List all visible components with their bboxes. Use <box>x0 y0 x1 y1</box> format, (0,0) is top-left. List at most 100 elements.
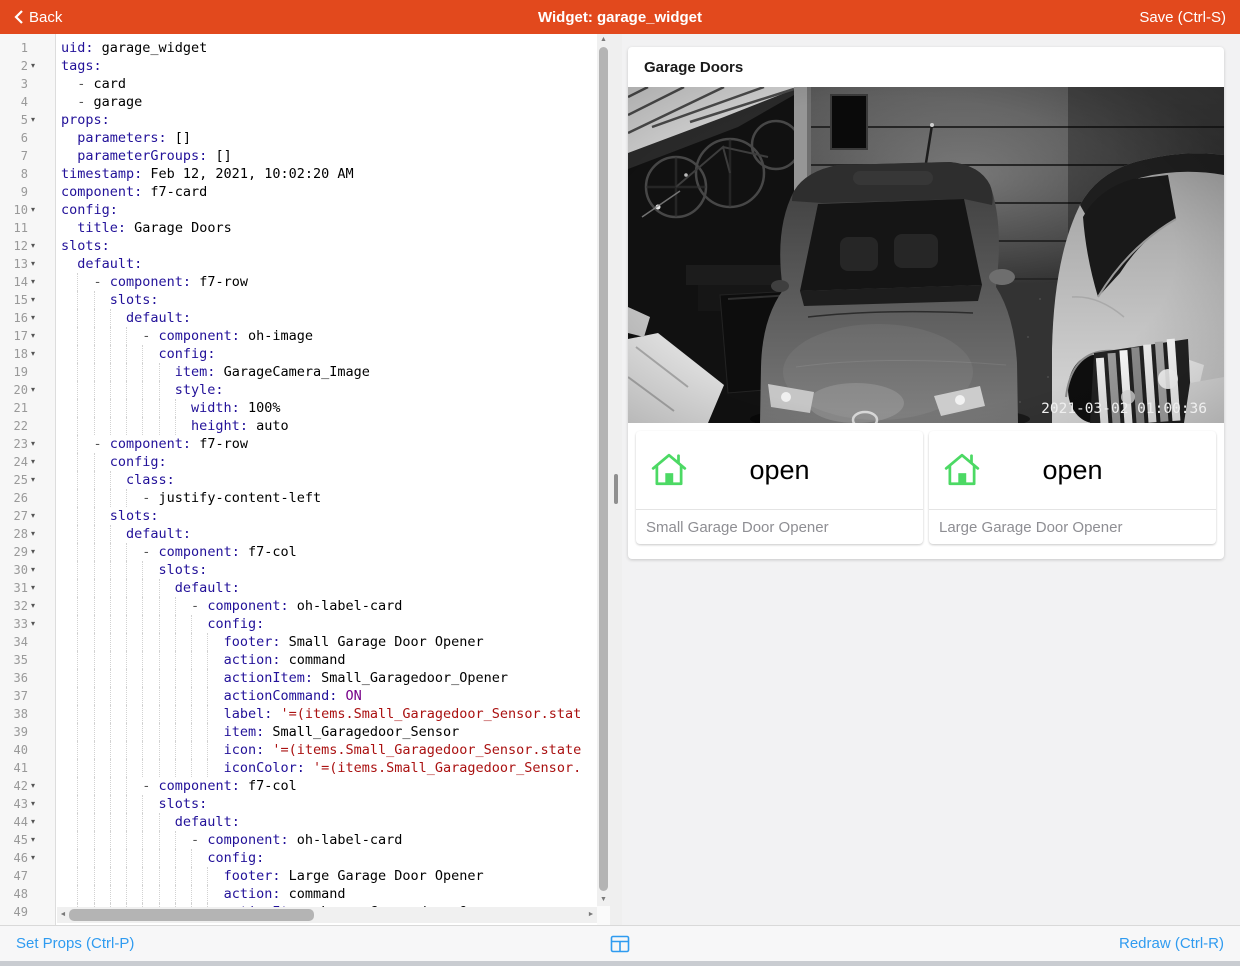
editor-code[interactable]: uid: garage_widgettags: - card - garagep… <box>57 34 597 925</box>
fold-arrow-icon[interactable]: ▾ <box>28 615 46 633</box>
fold-arrow-icon[interactable]: ▾ <box>28 111 46 129</box>
fold-arrow-icon[interactable]: ▾ <box>28 309 46 327</box>
code-line[interactable]: action: command <box>57 885 597 903</box>
save-button[interactable]: Save (Ctrl-S) <box>1139 9 1226 26</box>
code-line[interactable]: parameters: [] <box>57 129 597 147</box>
code-line[interactable]: class: <box>57 471 597 489</box>
code-line[interactable]: - component: f7-col <box>57 543 597 561</box>
code-line[interactable]: uid: garage_widget <box>57 39 597 57</box>
fold-arrow-icon[interactable]: ▾ <box>28 435 46 453</box>
code-line[interactable]: default: <box>57 579 597 597</box>
fold-arrow-icon[interactable]: ▾ <box>28 471 46 489</box>
vertical-scrollbar[interactable]: ▲ ▼ <box>597 34 610 906</box>
divider-handle[interactable] <box>614 474 618 504</box>
code-line[interactable]: - justify-content-left <box>57 489 597 507</box>
code-line[interactable]: - component: f7-row <box>57 273 597 291</box>
code-line[interactable]: default: <box>57 309 597 327</box>
fold-arrow-icon[interactable]: ▾ <box>28 597 46 615</box>
code-line[interactable]: config: <box>57 345 597 363</box>
split-view-icon[interactable] <box>610 935 630 953</box>
small-garage-door-card[interactable]: open Small Garage Door Opener <box>636 431 923 544</box>
code-line[interactable]: config: <box>57 453 597 471</box>
back-button[interactable]: Back <box>14 9 62 26</box>
editor-gutter[interactable]: 12▾345▾678910▾1112▾13▾14▾15▾16▾17▾18▾192… <box>0 34 56 925</box>
vertical-scrollbar-thumb[interactable] <box>599 47 608 891</box>
code-line[interactable]: default: <box>57 813 597 831</box>
code-line[interactable]: config: <box>57 849 597 867</box>
horizontal-scrollbar-thumb[interactable] <box>69 909 314 921</box>
code-line[interactable]: footer: Small Garage Door Opener <box>57 633 597 651</box>
code-line[interactable]: component: f7-card <box>57 183 597 201</box>
code-line[interactable]: - garage <box>57 93 597 111</box>
large-garage-door-card[interactable]: open Large Garage Door Opener <box>929 431 1216 544</box>
code-line[interactable]: item: GarageCamera_Image <box>57 363 597 381</box>
gutter-line: 19 <box>0 363 55 381</box>
code-line[interactable]: label: '=(items.Small_Garagedoor_Sensor.… <box>57 705 597 723</box>
scroll-up-arrow-icon[interactable]: ▲ <box>597 34 610 46</box>
fold-arrow-icon[interactable]: ▾ <box>28 327 46 345</box>
line-number: 18 <box>0 345 28 363</box>
set-props-button[interactable]: Set Props (Ctrl-P) <box>16 935 134 952</box>
fold-arrow-icon[interactable]: ▾ <box>28 381 46 399</box>
code-line[interactable]: slots: <box>57 795 597 813</box>
fold-arrow-icon[interactable]: ▾ <box>28 273 46 291</box>
scroll-left-arrow-icon[interactable]: ◄ <box>57 907 69 923</box>
code-line[interactable]: footer: Large Garage Door Opener <box>57 867 597 885</box>
fold-arrow-icon[interactable]: ▾ <box>28 237 46 255</box>
code-line[interactable]: default: <box>57 525 597 543</box>
code-line[interactable]: tags: <box>57 57 597 75</box>
fold-arrow-icon[interactable]: ▾ <box>28 345 46 363</box>
fold-arrow-icon[interactable]: ▾ <box>28 579 46 597</box>
code-line[interactable]: - component: oh-image <box>57 327 597 345</box>
fold-arrow-icon[interactable]: ▾ <box>28 849 46 867</box>
code-line[interactable]: title: Garage Doors <box>57 219 597 237</box>
code-line[interactable]: parameterGroups: [] <box>57 147 597 165</box>
code-line[interactable]: item: Small_Garagedoor_Sensor <box>57 723 597 741</box>
code-line[interactable]: - card <box>57 75 597 93</box>
line-number: 15 <box>0 291 28 309</box>
code-line[interactable]: - component: oh-label-card <box>57 831 597 849</box>
code-line[interactable]: - component: oh-label-card <box>57 597 597 615</box>
opener-row: open Small Garage Door Opener <box>628 423 1224 559</box>
horizontal-scrollbar[interactable]: ◄ ► <box>57 907 597 923</box>
code-line[interactable]: timestamp: Feb 12, 2021, 10:02:20 AM <box>57 165 597 183</box>
fold-arrow-icon[interactable]: ▾ <box>28 525 46 543</box>
code-line[interactable]: config: <box>57 201 597 219</box>
code-line[interactable]: width: 100% <box>57 399 597 417</box>
fold-arrow-icon[interactable]: ▾ <box>28 507 46 525</box>
scroll-right-arrow-icon[interactable]: ► <box>585 907 597 923</box>
code-line[interactable]: slots: <box>57 507 597 525</box>
code-line[interactable]: icon: '=(items.Small_Garagedoor_Sensor.s… <box>57 741 597 759</box>
code-line[interactable]: slots: <box>57 561 597 579</box>
code-line[interactable]: config: <box>57 615 597 633</box>
code-line[interactable]: props: <box>57 111 597 129</box>
line-number: 49 <box>0 903 28 921</box>
fold-arrow-icon[interactable]: ▾ <box>28 543 46 561</box>
code-line[interactable]: default: <box>57 255 597 273</box>
fold-arrow-icon[interactable]: ▾ <box>28 255 46 273</box>
fold-arrow-icon[interactable]: ▾ <box>28 777 46 795</box>
code-line[interactable]: iconColor: '=(items.Small_Garagedoor_Sen… <box>57 759 597 777</box>
code-line[interactable]: style: <box>57 381 597 399</box>
fold-arrow-icon[interactable]: ▾ <box>28 831 46 849</box>
scroll-down-arrow-icon[interactable]: ▼ <box>597 894 610 906</box>
gutter-line: 20▾ <box>0 381 55 399</box>
code-line[interactable]: action: command <box>57 651 597 669</box>
code-line[interactable]: actionItem: Small_Garagedoor_Opener <box>57 669 597 687</box>
fold-arrow-icon[interactable]: ▾ <box>28 291 46 309</box>
code-line[interactable]: - component: f7-row <box>57 435 597 453</box>
line-number: 27 <box>0 507 28 525</box>
redraw-button[interactable]: Redraw (Ctrl-R) <box>1119 935 1224 952</box>
fold-arrow-icon[interactable]: ▾ <box>28 453 46 471</box>
fold-arrow-icon[interactable]: ▾ <box>28 813 46 831</box>
code-line[interactable]: actionCommand: ON <box>57 687 597 705</box>
pane-divider[interactable] <box>610 34 622 925</box>
fold-arrow-icon[interactable]: ▾ <box>28 561 46 579</box>
code-line[interactable]: slots: <box>57 237 597 255</box>
fold-arrow-icon[interactable]: ▾ <box>28 57 46 75</box>
fold-arrow-icon[interactable]: ▾ <box>28 201 46 219</box>
code-line[interactable]: - component: f7-col <box>57 777 597 795</box>
fold-arrow-icon[interactable]: ▾ <box>28 795 46 813</box>
code-line[interactable]: slots: <box>57 291 597 309</box>
code-line[interactable]: height: auto <box>57 417 597 435</box>
